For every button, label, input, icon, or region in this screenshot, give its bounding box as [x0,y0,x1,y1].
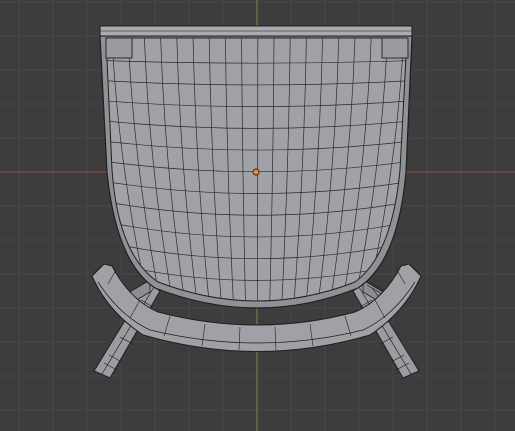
object-origin-point[interactable] [252,168,260,176]
mesh-object[interactable] [91,25,422,379]
viewport-canvas[interactable] [0,0,515,431]
3d-viewport[interactable] [0,0,515,431]
